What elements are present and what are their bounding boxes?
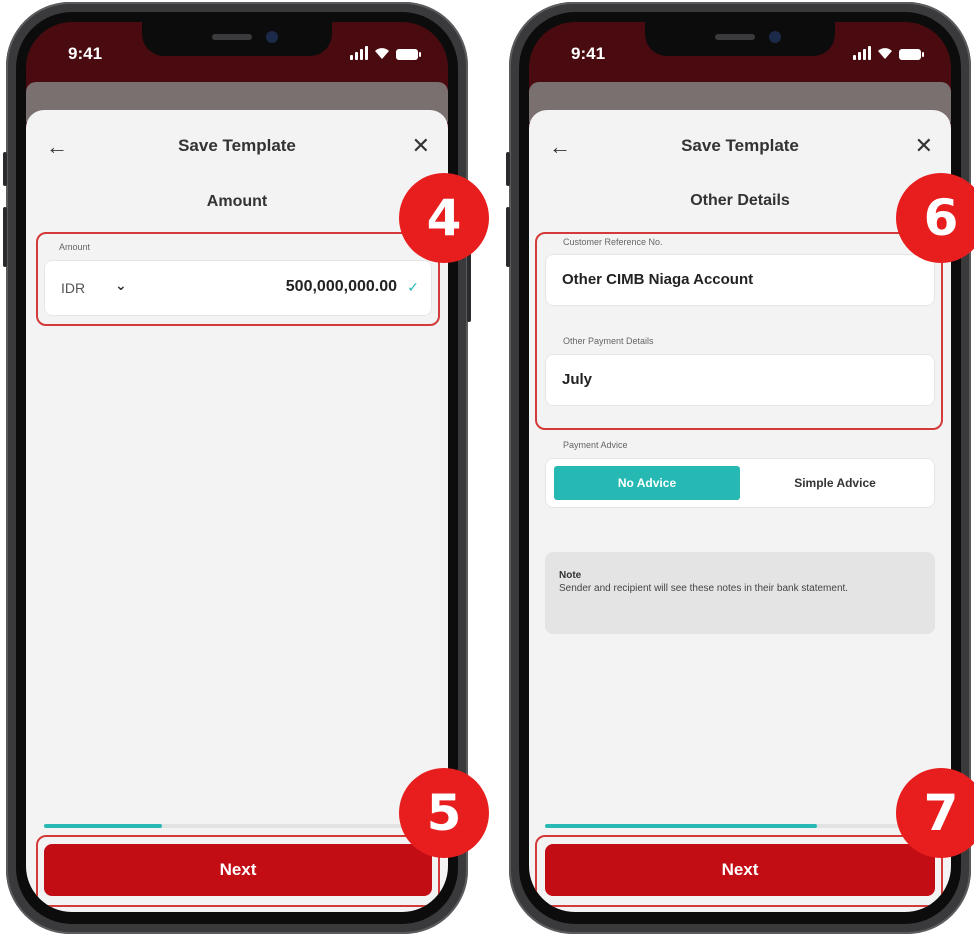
note-body: Sender and recipient will see these note… bbox=[559, 583, 849, 594]
phone-bezel: 9:41 ← Save Template ✕ Amount Amount IDR… bbox=[16, 12, 458, 924]
note-title: Note bbox=[559, 570, 582, 581]
chevron-down-icon[interactable]: ⌄ bbox=[115, 277, 127, 294]
progress-bar bbox=[545, 824, 935, 828]
phone-bezel: 9:41 ← Save Template ✕ Other Details Cus… bbox=[519, 12, 961, 924]
status-time: 9:41 bbox=[68, 44, 103, 63]
next-button[interactable]: Next bbox=[545, 844, 935, 896]
phone-screen: 9:41 ← Save Template ✕ Other Details Cus… bbox=[529, 22, 951, 912]
phone-volume-button bbox=[506, 207, 510, 267]
signal-icon bbox=[853, 46, 871, 60]
signal-icon bbox=[350, 46, 368, 60]
step-badge: 4 bbox=[399, 173, 489, 263]
close-icon[interactable]: ✕ bbox=[915, 133, 933, 159]
phone-screen: 9:41 ← Save Template ✕ Amount Amount IDR… bbox=[26, 22, 448, 912]
payment-advice-toggle: No Advice Simple Advice bbox=[545, 458, 935, 508]
phone-volume-button bbox=[3, 207, 7, 267]
currency-select[interactable]: IDR bbox=[61, 280, 85, 296]
amount-label: Amount bbox=[59, 242, 91, 252]
status-icons bbox=[350, 44, 421, 60]
phone-side-button bbox=[506, 152, 510, 186]
battery-icon bbox=[899, 49, 924, 60]
progress-bar bbox=[44, 824, 432, 828]
check-icon: ✓ bbox=[407, 279, 419, 295]
phone-notch bbox=[645, 22, 835, 56]
note-box: Note Sender and recipient will see these… bbox=[545, 552, 935, 634]
wifi-icon bbox=[375, 48, 389, 59]
save-template-sheet: ← Save Template ✕ Other Details Customer… bbox=[529, 110, 951, 912]
no-advice-option[interactable]: No Advice bbox=[554, 466, 740, 500]
sheet-header: ← Save Template ✕ bbox=[26, 132, 448, 162]
close-icon[interactable]: ✕ bbox=[412, 133, 430, 159]
section-title: Other Details bbox=[690, 192, 790, 209]
amount-input[interactable]: 500,000,000.00 bbox=[286, 278, 397, 296]
status-time: 9:41 bbox=[571, 44, 606, 63]
phone-notch bbox=[142, 22, 332, 56]
progress-fill bbox=[545, 824, 817, 828]
simple-advice-option[interactable]: Simple Advice bbox=[742, 466, 928, 500]
page-title: Save Template bbox=[178, 136, 296, 155]
next-button[interactable]: Next bbox=[44, 844, 432, 896]
battery-icon bbox=[396, 49, 421, 60]
payment-advice-label: Payment Advice bbox=[563, 440, 628, 450]
save-template-sheet: ← Save Template ✕ Amount Amount IDR ⌄ 50… bbox=[26, 110, 448, 912]
wifi-icon bbox=[878, 48, 892, 59]
step-badge: 5 bbox=[399, 768, 489, 858]
phone-left: 9:41 ← Save Template ✕ Amount Amount IDR… bbox=[3, 2, 471, 934]
other-payment-field[interactable]: July bbox=[545, 354, 935, 406]
other-payment-value[interactable]: July bbox=[562, 371, 592, 388]
section-title: Amount bbox=[206, 193, 268, 210]
amount-field[interactable]: IDR ⌄ 500,000,000.00 ✓ bbox=[44, 260, 432, 316]
customer-reference-value[interactable]: Other CIMB Niaga Account bbox=[562, 271, 753, 288]
page-title: Save Template bbox=[681, 136, 799, 155]
progress-fill bbox=[44, 824, 162, 828]
other-payment-label: Other Payment Details bbox=[563, 336, 654, 346]
status-icons bbox=[853, 44, 924, 60]
customer-reference-label: Customer Reference No. bbox=[563, 237, 663, 247]
customer-reference-field[interactable]: Other CIMB Niaga Account bbox=[545, 254, 935, 306]
sheet-header: ← Save Template ✕ bbox=[529, 132, 951, 162]
phone-side-button bbox=[3, 152, 7, 186]
